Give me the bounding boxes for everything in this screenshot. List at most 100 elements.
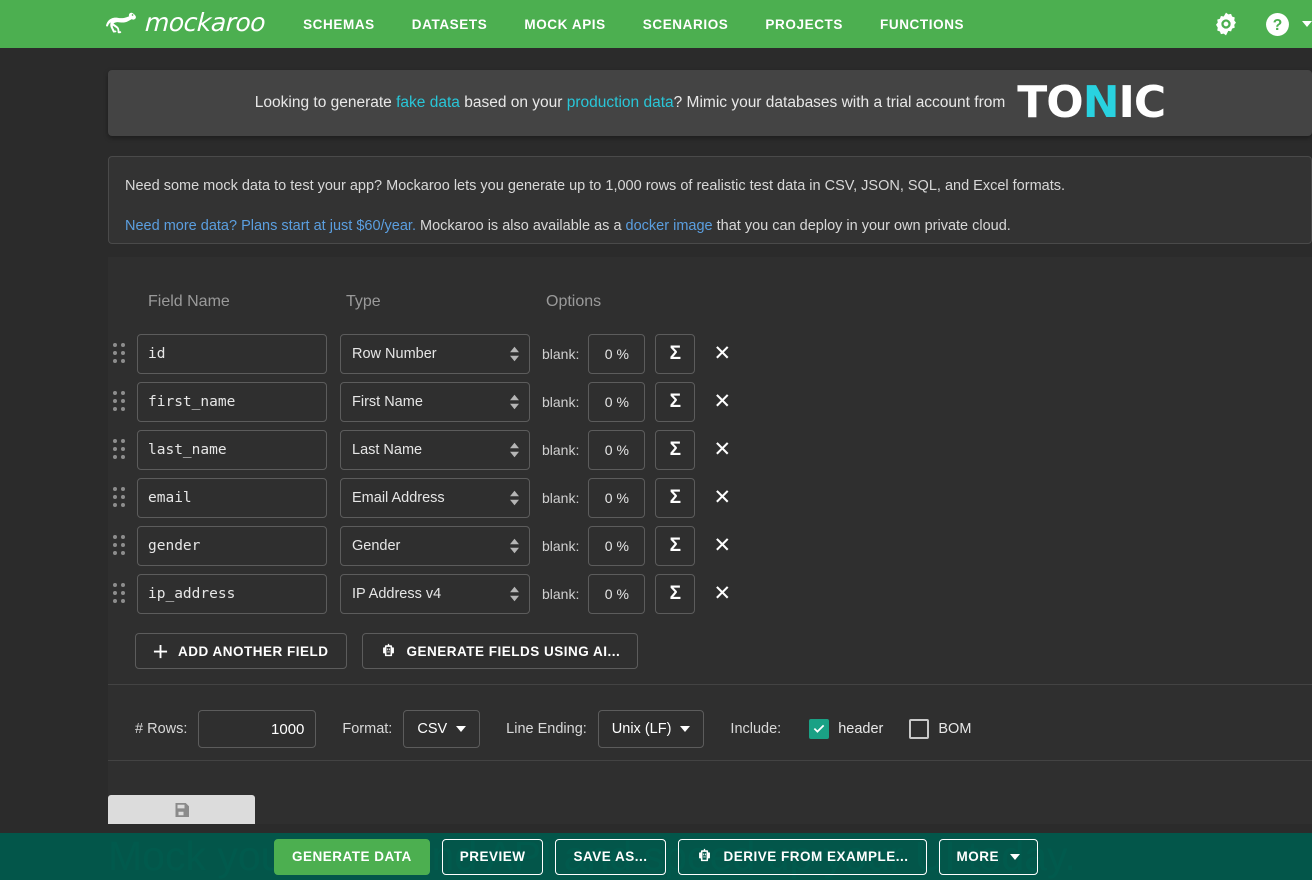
field-type-select[interactable]: Last Name — [340, 430, 530, 470]
nav-link-projects[interactable]: PROJECTS — [765, 17, 843, 32]
production-data-link[interactable]: production data — [567, 94, 674, 111]
robot-icon — [382, 643, 394, 656]
remove-field-button[interactable]: ✕ — [707, 339, 737, 369]
brand-name: mockaroo — [144, 8, 266, 37]
nav-link-scenarios[interactable]: SCENARIOS — [643, 17, 729, 32]
column-header-options: Options — [546, 293, 602, 310]
field-type-value: Email Address — [352, 490, 445, 506]
field-name-input[interactable] — [137, 574, 327, 614]
field-actions: ADD ANOTHER FIELD GENERATE FIELDS USING … — [108, 633, 639, 669]
drag-handle-icon[interactable] — [113, 583, 129, 605]
column-headers: Field Name Type Options — [108, 293, 1312, 317]
field-type-value: Row Number — [352, 346, 437, 362]
save-as-button[interactable]: SAVE AS... — [555, 838, 666, 875]
rows-input[interactable] — [198, 710, 317, 748]
field-name-input[interactable] — [137, 334, 327, 374]
chevron-down-icon — [456, 726, 467, 732]
field-type-value: Last Name — [352, 442, 423, 458]
preview-button[interactable]: PREVIEW — [441, 838, 544, 875]
info-line-2-end: that you can deploy in your own private … — [712, 218, 1011, 235]
remove-field-button[interactable]: ✕ — [707, 435, 737, 465]
nav-link-mock-apis[interactable]: MOCK APIS — [524, 17, 605, 32]
tonic-logo-n: N — [1082, 77, 1120, 128]
blank-percent-input[interactable] — [588, 430, 646, 470]
kangaroo-logo-icon — [106, 12, 136, 34]
blank-label: blank: — [542, 490, 580, 506]
check-icon — [813, 724, 825, 733]
tonic-logo[interactable]: TONIC — [1017, 81, 1166, 125]
field-type-select[interactable]: IP Address v4 — [340, 574, 530, 614]
drag-handle-icon[interactable] — [113, 439, 129, 461]
stepper-chevrons-icon — [499, 538, 519, 554]
generate-data-label: GENERATE DATA — [291, 849, 412, 864]
field-name-input[interactable] — [137, 478, 327, 518]
formula-button[interactable]: Σ — [655, 478, 696, 518]
blank-label: blank: — [542, 586, 580, 602]
remove-field-button[interactable]: ✕ — [707, 483, 737, 513]
add-another-field-button[interactable]: ADD ANOTHER FIELD — [135, 633, 347, 669]
nav-link-schemas[interactable]: SCHEMAS — [303, 17, 375, 32]
info-line-1: Need some mock data to test your app? Mo… — [125, 178, 1066, 194]
format-dropdown[interactable]: CSV — [403, 710, 481, 748]
nav-links: SCHEMAS DATASETS MOCK APIS SCENARIOS PRO… — [303, 17, 964, 32]
field-name-input[interactable] — [137, 430, 327, 470]
remove-field-button[interactable]: ✕ — [707, 531, 737, 561]
tonic-logo-to: TO — [1017, 77, 1083, 128]
field-name-input[interactable] — [137, 382, 327, 422]
generate-data-button[interactable]: GENERATE DATA — [273, 838, 430, 875]
field-type-select[interactable]: Row Number — [340, 334, 530, 374]
remove-field-button[interactable]: ✕ — [707, 579, 737, 609]
rows-label: # Rows: — [135, 721, 188, 737]
drag-handle-icon[interactable] — [113, 535, 129, 557]
stepper-chevrons-icon — [499, 442, 519, 458]
field-row: IP Address v4 blank: Σ ✕ — [108, 570, 737, 618]
remove-field-button[interactable]: ✕ — [707, 387, 737, 417]
formula-button[interactable]: Σ — [655, 334, 696, 374]
field-type-select[interactable]: Email Address — [340, 478, 530, 518]
blank-percent-input[interactable] — [588, 382, 646, 422]
field-type-select[interactable]: First Name — [340, 382, 530, 422]
formula-button[interactable]: Σ — [655, 382, 696, 422]
blank-percent-input[interactable] — [588, 574, 646, 614]
blank-percent-input[interactable] — [588, 334, 646, 374]
add-another-field-label: ADD ANOTHER FIELD — [178, 643, 329, 659]
top-navbar: mockaroo SCHEMAS DATASETS MOCK APIS SCEN… — [0, 0, 1312, 48]
brand-logo[interactable]: mockaroo — [103, 8, 266, 40]
bom-checkbox[interactable] — [909, 719, 930, 739]
tonic-text-2: based on your — [459, 94, 567, 111]
field-type-value: Gender — [352, 538, 401, 554]
svg-text:?: ? — [1273, 16, 1283, 33]
fake-data-link[interactable]: fake data — [396, 94, 460, 111]
nav-link-datasets[interactable]: DATASETS — [412, 17, 488, 32]
field-type-value: First Name — [352, 394, 423, 410]
header-checkbox[interactable] — [809, 719, 830, 739]
help-circle-icon[interactable]: ? — [1265, 12, 1290, 37]
field-row: First Name blank: Σ ✕ — [108, 378, 737, 426]
blank-percent-input[interactable] — [588, 478, 646, 518]
field-name-input[interactable] — [137, 526, 327, 566]
gear-icon[interactable] — [1213, 11, 1239, 37]
plans-link[interactable]: Need more data? Plans start at just $60/… — [125, 218, 416, 234]
docker-image-link[interactable]: docker image — [626, 218, 713, 234]
blank-percent-input[interactable] — [588, 526, 646, 566]
chevron-down-icon — [680, 726, 691, 732]
line-ending-dropdown[interactable]: Unix (LF) — [597, 710, 705, 748]
stepper-chevrons-icon — [499, 586, 519, 602]
tonic-text-1: Looking to generate — [254, 94, 397, 111]
more-button[interactable]: MORE — [938, 838, 1039, 875]
drag-handle-icon[interactable] — [113, 391, 129, 413]
generate-fields-using-ai-button[interactable]: GENERATE FIELDS USING AI... — [361, 633, 639, 669]
nav-link-functions[interactable]: FUNCTIONS — [880, 17, 964, 32]
drag-handle-icon[interactable] — [113, 343, 129, 365]
formula-button[interactable]: Σ — [655, 526, 696, 566]
formula-button[interactable]: Σ — [655, 574, 696, 614]
tonic-promo-banner[interactable]: Looking to generate fake data based on y… — [108, 70, 1312, 136]
formula-button[interactable]: Σ — [655, 430, 696, 470]
save-schema-button[interactable] — [108, 795, 255, 824]
derive-from-example-button[interactable]: DERIVE FROM EXAMPLE... — [677, 838, 927, 875]
save-disk-icon — [175, 802, 189, 817]
account-chevron-down-icon[interactable] — [1302, 21, 1312, 27]
field-type-value: IP Address v4 — [352, 586, 442, 602]
drag-handle-icon[interactable] — [113, 487, 129, 509]
field-type-select[interactable]: Gender — [340, 526, 530, 566]
